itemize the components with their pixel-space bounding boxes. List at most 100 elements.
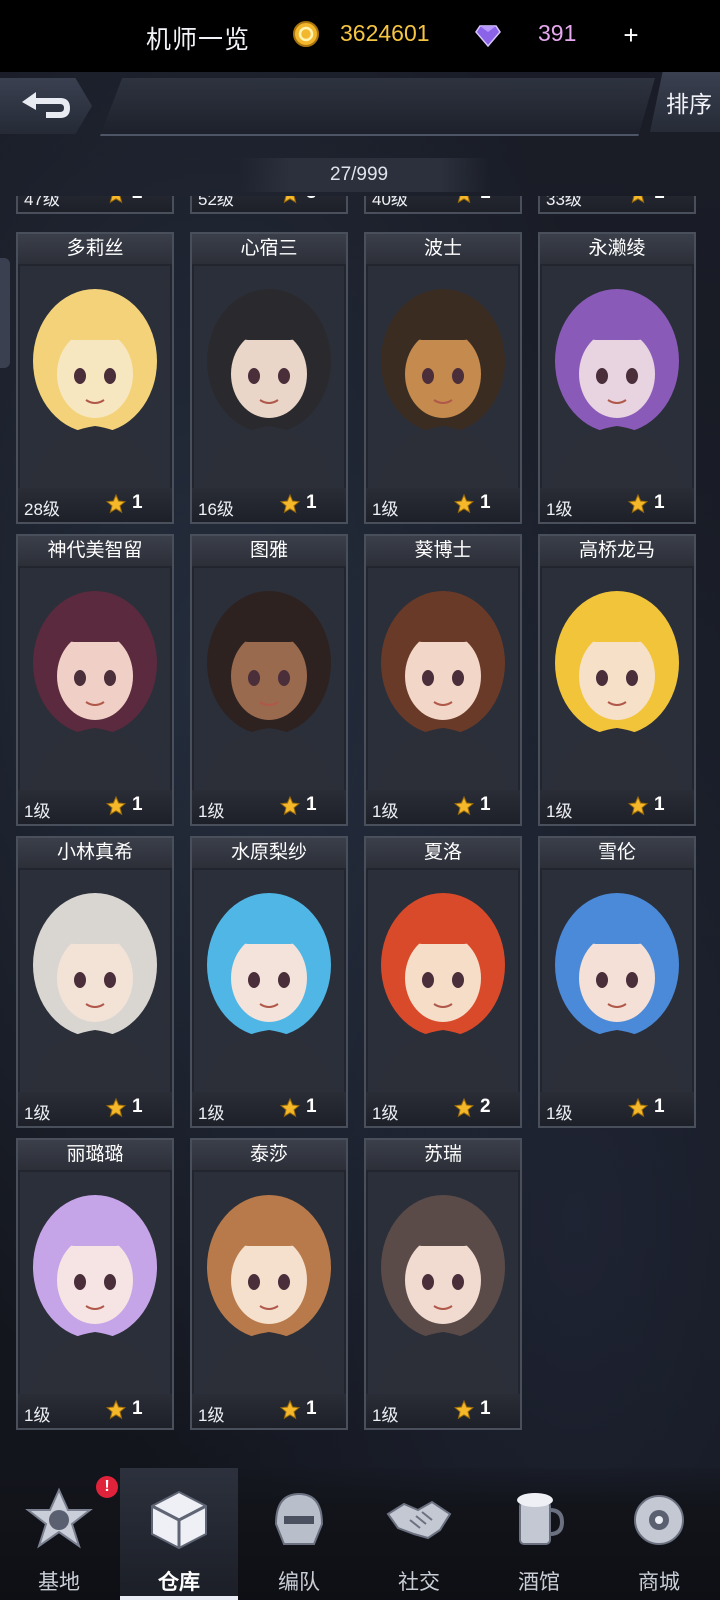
handshake-icon bbox=[386, 1500, 452, 1540]
pilot-level: 52级 bbox=[198, 196, 234, 209]
pilot-portrait bbox=[368, 568, 518, 790]
card-footer: 1级 1 bbox=[18, 790, 172, 824]
pilot-card[interactable]: 图雅 1级 1 bbox=[190, 534, 348, 826]
star-icon bbox=[628, 494, 648, 514]
pilot-grid: 47级 2 52级 3 40级 1 33级 1 多莉丝 28级 1 心宿三 16级 1 波士 1级 1 永濑绫 1级… bbox=[0, 196, 720, 1440]
card-footer: 1级 1 bbox=[540, 790, 694, 824]
pilot-level: 40级 bbox=[372, 196, 408, 209]
pilot-card[interactable]: 波士 1级 1 bbox=[364, 232, 522, 524]
alert-badge: ! bbox=[96, 1476, 118, 1498]
star-icon bbox=[454, 796, 474, 816]
card-footer: 1级 1 bbox=[540, 488, 694, 522]
sort-label: 排序 bbox=[666, 91, 712, 117]
pilot-portrait bbox=[194, 568, 344, 790]
pilot-rank: 1 bbox=[654, 1096, 665, 1117]
pilot-card[interactable]: 40级 1 bbox=[364, 196, 522, 214]
warehouse-cube-icon bbox=[151, 1490, 207, 1550]
page-title: 机师一览 bbox=[146, 26, 251, 54]
nav-base[interactable]: ! 基地 bbox=[0, 1468, 118, 1600]
nav-warehouse[interactable]: 仓库 bbox=[120, 1468, 238, 1600]
card-footer: 1级 1 bbox=[18, 1092, 172, 1126]
nav-shop[interactable]: 商城 bbox=[600, 1468, 718, 1600]
shop-robot-icon bbox=[634, 1495, 684, 1545]
pilot-portrait bbox=[20, 568, 170, 790]
pilot-rank: 1 bbox=[654, 196, 665, 204]
card-footer: 1级 1 bbox=[192, 790, 346, 824]
gem-icon bbox=[475, 25, 501, 48]
pilot-portrait bbox=[20, 266, 170, 488]
pilot-name: 苏瑞 bbox=[366, 1140, 520, 1170]
pilot-level: 1级 bbox=[198, 1104, 225, 1123]
pilot-rank: 1 bbox=[132, 1096, 143, 1117]
add-gems-button[interactable]: + bbox=[618, 22, 644, 48]
pilot-card[interactable]: 多莉丝 28级 1 bbox=[16, 232, 174, 524]
bottom-nav: ! 基地 仓库 编队 社交 酒馆 商城 bbox=[0, 1468, 720, 1600]
nav-tavern[interactable]: 酒馆 bbox=[480, 1468, 598, 1600]
pilot-name: 雪伦 bbox=[540, 838, 694, 868]
pilot-card[interactable]: 33级 1 bbox=[538, 196, 696, 214]
pilot-rank: 1 bbox=[306, 794, 317, 815]
card-footer: 28级 1 bbox=[18, 488, 172, 522]
star-icon bbox=[109, 196, 123, 204]
pilot-portrait bbox=[20, 1172, 170, 1394]
nav-label: 基地 bbox=[38, 1571, 80, 1594]
pilot-card[interactable]: 小林真希 1级 1 bbox=[16, 836, 174, 1128]
pilot-portrait bbox=[20, 870, 170, 1092]
pilot-level: 1级 bbox=[546, 802, 573, 821]
pilot-portrait bbox=[194, 1172, 344, 1394]
pilot-card[interactable]: 47级 2 bbox=[16, 196, 174, 214]
pilot-card[interactable]: 葵博士 1级 1 bbox=[364, 534, 522, 826]
pilot-card[interactable]: 夏洛 1级 2 bbox=[364, 836, 522, 1128]
pilot-card[interactable]: 高桥龙马 1级 1 bbox=[538, 534, 696, 826]
card-footer: 1级 1 bbox=[540, 1092, 694, 1126]
pilot-level: 47级 bbox=[24, 196, 60, 209]
pilot-level: 1级 bbox=[372, 500, 399, 519]
pilot-name: 多莉丝 bbox=[18, 234, 172, 264]
card-footer: 1级 1 bbox=[366, 1394, 520, 1428]
pilot-name: 神代美智留 bbox=[18, 536, 172, 566]
back-button[interactable] bbox=[0, 78, 92, 134]
card-footer: 16级 1 bbox=[192, 488, 346, 522]
pilot-rank: 1 bbox=[132, 794, 143, 815]
pilot-rank: 1 bbox=[654, 794, 665, 815]
card-footer: 1级 1 bbox=[366, 790, 520, 824]
pilot-level: 1级 bbox=[372, 802, 399, 821]
card-footer: 1级 1 bbox=[18, 1394, 172, 1428]
pilot-level: 1级 bbox=[24, 1104, 51, 1123]
pilot-portrait bbox=[542, 870, 692, 1092]
star-icon bbox=[457, 196, 471, 204]
nav-label: 社交 bbox=[398, 1571, 440, 1594]
pilot-card[interactable]: 永濑绫 1级 1 bbox=[538, 232, 696, 524]
pilot-rank: 2 bbox=[480, 1096, 491, 1117]
pilot-card[interactable]: 雪伦 1级 1 bbox=[538, 836, 696, 1128]
pilot-name: 小林真希 bbox=[18, 838, 172, 868]
pilot-portrait bbox=[194, 870, 344, 1092]
pilot-card[interactable]: 神代美智留 1级 1 bbox=[16, 534, 174, 826]
pilot-rank: 1 bbox=[480, 794, 491, 815]
nav-label: 仓库 bbox=[158, 1571, 200, 1594]
pilot-level: 1级 bbox=[198, 802, 225, 821]
header: 排序 bbox=[0, 72, 720, 142]
card-footer: 1级 2 bbox=[366, 1092, 520, 1126]
pilot-card[interactable]: 52级 3 bbox=[190, 196, 348, 214]
pilot-level: 1级 bbox=[198, 1406, 225, 1425]
pilot-card[interactable]: 水原梨纱 1级 1 bbox=[190, 836, 348, 1128]
pilot-name: 心宿三 bbox=[192, 234, 346, 264]
card-footer: 47级 2 bbox=[18, 196, 172, 212]
card-footer: 1级 1 bbox=[366, 488, 520, 522]
pilot-card[interactable]: 心宿三 16级 1 bbox=[190, 232, 348, 524]
pilot-card[interactable]: 苏瑞 1级 1 bbox=[364, 1138, 522, 1430]
coin-balance: 3624601 bbox=[340, 20, 430, 46]
nav-formation[interactable]: 编队 bbox=[240, 1468, 358, 1600]
star-icon bbox=[106, 1400, 126, 1420]
pilot-card[interactable]: 泰莎 1级 1 bbox=[190, 1138, 348, 1430]
gem-balance: 391 bbox=[538, 20, 577, 46]
pilot-card[interactable]: 丽璐璐 1级 1 bbox=[16, 1138, 174, 1430]
back-arrow-icon bbox=[22, 92, 70, 118]
star-icon bbox=[631, 196, 645, 204]
pilot-rank: 1 bbox=[480, 1398, 491, 1419]
nav-social[interactable]: 社交 bbox=[360, 1468, 478, 1600]
sort-button[interactable]: 排序 bbox=[650, 72, 720, 132]
pilot-rank: 2 bbox=[132, 196, 143, 204]
pilot-portrait bbox=[194, 266, 344, 488]
